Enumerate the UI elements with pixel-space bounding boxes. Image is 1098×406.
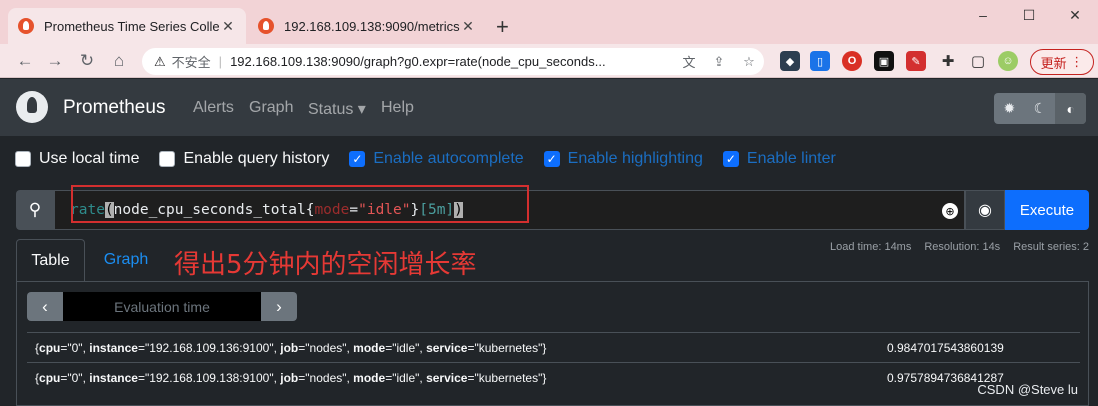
table-row: {cpu="0", instance="192.168.109.138:9100… [27, 362, 1080, 392]
metrics-explorer-globe-icon[interactable]: ◉ [965, 190, 1005, 230]
prometheus-favicon-icon [258, 18, 274, 34]
option-label: Enable highlighting [567, 150, 703, 167]
load-time: Load time: 14ms [830, 241, 912, 253]
tab-title: 192.168.109.138:9090/metrics [284, 18, 460, 34]
search-icon: ⚲ [16, 190, 54, 230]
chevron-left-icon[interactable]: ‹ [27, 292, 63, 321]
tab-title: Prometheus Time Series Collec [44, 18, 220, 34]
translate-icon[interactable]: 文 [674, 52, 704, 71]
token-function: rate [70, 202, 105, 218]
option-query-history[interactable]: Enable query history [159, 150, 329, 168]
nav-status[interactable]: Status ▾ [308, 99, 366, 119]
series-value: 0.9847017543860139 [887, 340, 1004, 355]
new-tab-button[interactable]: + [496, 14, 509, 40]
extension-icon[interactable]: ▯ [810, 51, 830, 71]
nav-graph[interactable]: Graph [249, 99, 293, 117]
query-stats: Load time: 14ms Resolution: 14s Result s… [817, 241, 1089, 253]
expression-input[interactable]: rate(node_cpu_seconds_total{mode = "idle"}… [54, 185, 965, 230]
browser-tab-strip: Prometheus Time Series Collec ✕ 192.168.… [0, 0, 1098, 44]
chrome-extension-icon[interactable]: ⊕ [942, 203, 958, 219]
token-paren: ( [104, 202, 114, 218]
tab-table[interactable]: Table [16, 239, 85, 281]
token-metric: node_cpu_seconds_total [113, 202, 306, 218]
update-button[interactable]: 更新 ⋮ [1030, 49, 1094, 75]
evaluation-time-picker: ‹ Evaluation time › [27, 292, 297, 321]
table-row: {cpu="0", instance="192.168.109.136:9100… [27, 332, 1080, 362]
theme-toggle-group: ✹ ☾ ◐ [994, 93, 1087, 124]
result-series: Result series: 2 [1013, 241, 1089, 253]
extension-icon[interactable]: O [842, 51, 862, 71]
series-labels: {cpu="0", instance="192.168.109.138:9100… [35, 370, 547, 385]
extension-icon[interactable]: ◆ [780, 51, 800, 71]
watermark: CSDN @Steve lu [977, 382, 1078, 397]
option-use-local-time[interactable]: Use local time [15, 150, 139, 168]
moon-icon[interactable]: ☾ [1025, 93, 1056, 124]
sidebar-icon[interactable]: ▢ [968, 51, 988, 71]
option-label: Use local time [39, 150, 140, 167]
avatar[interactable]: ☺ [998, 51, 1018, 71]
query-options: Use local time Enable query history ✓ En… [15, 150, 856, 168]
update-label: 更新 [1040, 55, 1067, 71]
window-controls: – ☐ ✕ [960, 0, 1098, 30]
chevron-right-icon[interactable]: › [261, 292, 297, 321]
evaluation-time-input[interactable]: Evaluation time [63, 292, 261, 321]
home-icon[interactable]: ⌂ [108, 50, 130, 72]
annotation-text: 得出5分钟内的空闲增长率 [174, 250, 477, 280]
url-text[interactable]: 192.168.109.138:9090/graph?g0.expr=rate(… [230, 54, 674, 69]
security-label: 不安全 [171, 55, 211, 70]
browser-toolbar: ← → ↻ ⌂ ⚠ 不安全 | 192.168.109.138:9090/gra… [0, 44, 1098, 78]
option-highlighting[interactable]: ✓ Enable highlighting [543, 150, 703, 168]
browser-tab-metrics[interactable]: 192.168.109.138:9090/metrics ✕ [248, 8, 486, 44]
series-labels: {cpu="0", instance="192.168.109.136:9100… [35, 340, 547, 355]
results-table: {cpu="0", instance="192.168.109.136:9100… [27, 332, 1080, 392]
browser-tab-prometheus[interactable]: Prometheus Time Series Collec ✕ [8, 8, 246, 44]
brand-title[interactable]: Prometheus [63, 97, 165, 119]
option-linter[interactable]: ✓ Enable linter [722, 150, 836, 168]
checkbox-checked[interactable]: ✓ [349, 151, 366, 167]
close-icon[interactable]: ✕ [460, 18, 476, 35]
sun-icon[interactable]: ✹ [994, 93, 1025, 124]
token-label: mode [314, 202, 350, 218]
token-eq: = [349, 202, 359, 218]
minimize-button[interactable]: – [960, 0, 1006, 30]
checkbox[interactable] [15, 151, 31, 167]
contrast-icon[interactable]: ◐ [1055, 93, 1087, 124]
resolution: Resolution: 14s [924, 241, 1001, 253]
warning-icon: ⚠ [154, 53, 166, 69]
nav-help[interactable]: Help [381, 99, 414, 117]
token-string: "idle" [358, 202, 411, 218]
back-arrow-icon[interactable]: ← [14, 50, 36, 72]
query-bar: ⚲ rate(node_cpu_seconds_total{mode = "idle… [16, 185, 1089, 230]
close-window-button[interactable]: ✕ [1052, 0, 1098, 30]
prometheus-logo-icon[interactable] [16, 91, 48, 123]
token-range: [5m] [419, 202, 455, 218]
token-brace: } [410, 202, 420, 218]
tab-graph[interactable]: Graph [93, 239, 159, 281]
prometheus-navbar: Prometheus Alerts Graph Status ▾ Help [0, 79, 1098, 136]
checkbox[interactable] [159, 151, 176, 167]
prometheus-favicon-icon [18, 18, 34, 34]
table-panel: ‹ Evaluation time › {cpu="0", instance="… [16, 281, 1089, 406]
extension-icon[interactable]: ▣ [874, 51, 894, 71]
option-label: Enable query history [183, 150, 330, 167]
puzzle-icon[interactable]: ✚ [938, 51, 958, 71]
divider: | [218, 54, 223, 69]
address-bar[interactable]: ⚠ 不安全 | 192.168.109.138:9090/graph?g0.ex… [142, 48, 764, 75]
execute-button[interactable]: Execute [1005, 190, 1089, 230]
reload-icon[interactable]: ↻ [76, 50, 98, 72]
forward-arrow-icon[interactable]: → [44, 50, 66, 72]
option-label: Enable autocomplete [373, 150, 524, 167]
share-icon[interactable]: ⇪ [704, 54, 734, 70]
option-autocomplete[interactable]: ✓ Enable autocomplete [349, 150, 524, 168]
option-label: Enable linter [746, 150, 836, 167]
checkbox-checked[interactable]: ✓ [722, 151, 739, 167]
pdf-extension-icon[interactable]: ✎ [906, 51, 926, 71]
maximize-button[interactable]: ☐ [1006, 0, 1052, 30]
bookmark-star-icon[interactable]: ☆ [734, 54, 764, 70]
token-paren: ) [454, 202, 463, 218]
token-brace: { [305, 202, 315, 218]
checkbox-checked[interactable]: ✓ [543, 151, 560, 167]
close-icon[interactable]: ✕ [220, 18, 236, 35]
nav-alerts[interactable]: Alerts [193, 99, 234, 117]
